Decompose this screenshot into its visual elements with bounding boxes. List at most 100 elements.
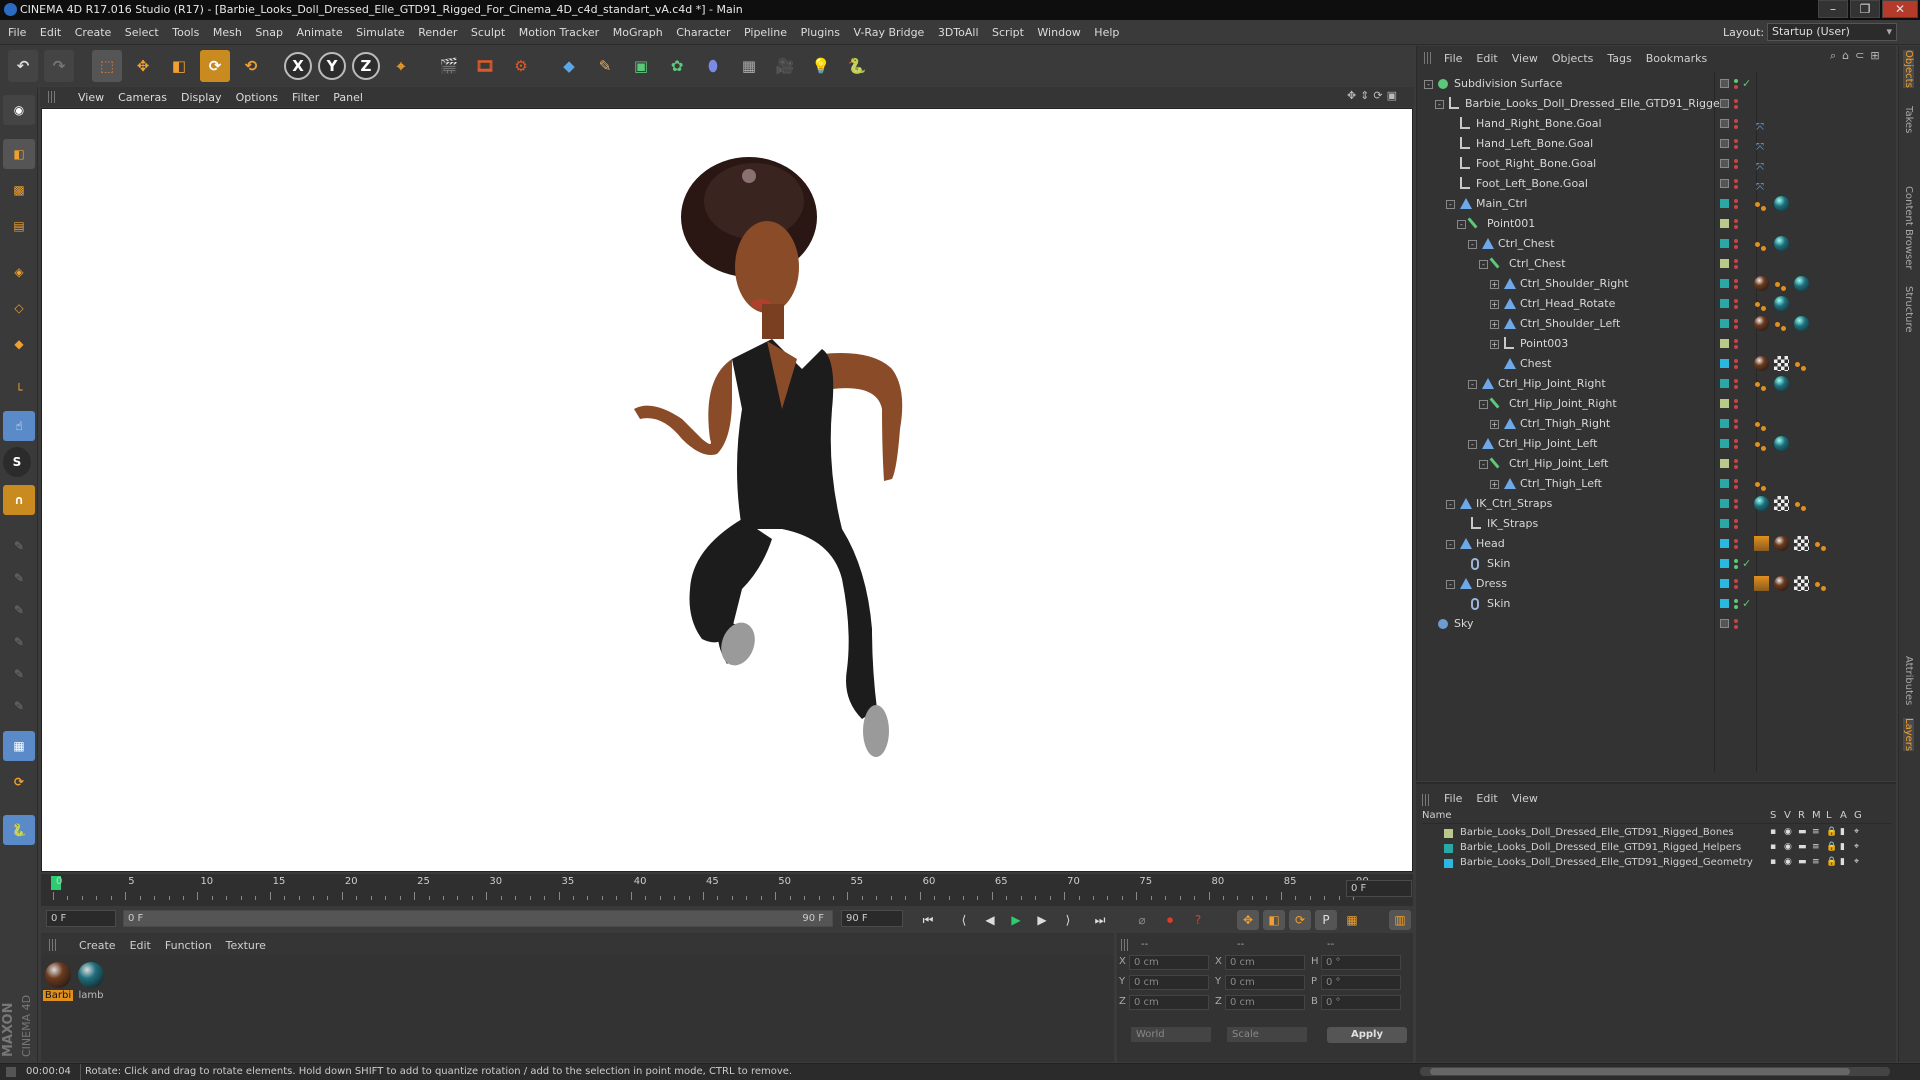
render-icon[interactable]: ▬	[1798, 827, 1807, 837]
subdivision-button[interactable]: ▣	[626, 50, 656, 82]
object-menu-tags[interactable]: Tags	[1607, 52, 1631, 65]
restore-button[interactable]: ❐	[1850, 0, 1880, 18]
3d-viewport[interactable]	[41, 108, 1413, 872]
goto-end-button[interactable]: ⏭	[1089, 910, 1111, 930]
tag-dots-icon[interactable]	[1754, 416, 1769, 431]
menu-file[interactable]: File	[8, 26, 26, 39]
visibility-dots[interactable]	[1734, 317, 1738, 331]
enabled-check-icon[interactable]: ✓	[1742, 74, 1751, 94]
material-swatch[interactable]: lamb	[76, 960, 106, 1004]
enabled-check-icon[interactable]: ✓	[1742, 554, 1751, 574]
layer-color-chip[interactable]	[1720, 139, 1729, 148]
object-row[interactable]: Foot_Right_Bone.Goal ⤧	[1416, 154, 1896, 174]
viewport-menu-display[interactable]: Display	[181, 91, 222, 104]
visibility-dots[interactable]	[1734, 277, 1738, 291]
object-row[interactable]: - Ctrl_Hip_Joint_Left	[1416, 454, 1896, 474]
mograph-cloner-button[interactable]: ✿	[662, 50, 692, 82]
coord-field-y-size[interactable]: 0 cm	[1225, 975, 1305, 990]
tag-dark-icon[interactable]	[1774, 576, 1789, 591]
object-row[interactable]: - Main_Ctrl	[1416, 194, 1896, 214]
key-position-button[interactable]: ✥	[1237, 910, 1259, 930]
visibility-dots[interactable]	[1734, 137, 1738, 151]
menu-simulate[interactable]: Simulate	[356, 26, 405, 39]
animation-icon[interactable]: ▮	[1840, 857, 1845, 867]
key-param-button[interactable]: P	[1315, 910, 1337, 930]
undo-button[interactable]: ↶	[8, 50, 38, 82]
brush-tool-6[interactable]: ✎	[3, 691, 35, 721]
expand-toggle[interactable]: +	[1490, 480, 1499, 489]
layer-color-chip[interactable]	[1720, 479, 1729, 488]
side-tab-structure[interactable]: Structure	[1903, 286, 1914, 333]
tag-teal-icon[interactable]	[1794, 276, 1809, 291]
coord-field-x-size[interactable]: 0 cm	[1225, 955, 1305, 970]
tag-dots-icon[interactable]	[1814, 536, 1829, 551]
visibility-dots[interactable]	[1734, 577, 1738, 591]
lock-workplane-button[interactable]: ▦	[3, 731, 35, 761]
menu-edit[interactable]: Edit	[40, 26, 61, 39]
scale-tool-button[interactable]: ◧	[164, 50, 194, 82]
expand-toggle[interactable]: +	[1490, 320, 1499, 329]
live-selection-button[interactable]: ⬚	[92, 50, 122, 82]
visibility-dots[interactable]	[1734, 157, 1738, 171]
layer-menu-view[interactable]: View	[1512, 792, 1538, 805]
layer-color-chip[interactable]	[1720, 339, 1729, 348]
lock-icon[interactable]: 🔒	[1826, 857, 1837, 867]
visibility-dots[interactable]	[1734, 597, 1738, 611]
layer-color-swatch[interactable]	[1444, 859, 1453, 868]
object-row[interactable]: + Ctrl_Shoulder_Left	[1416, 314, 1896, 334]
object-menu-bookmarks[interactable]: Bookmarks	[1646, 52, 1707, 65]
end-frame-field[interactable]: 90 F	[841, 910, 903, 927]
material-menu-function[interactable]: Function	[165, 939, 212, 952]
menu-3dtoall[interactable]: 3DToAll	[938, 26, 979, 39]
view-eye-icon[interactable]: ◉	[1784, 827, 1792, 837]
side-tab-objects[interactable]: Objects	[1903, 50, 1914, 88]
magnet-button[interactable]: ∩	[3, 485, 35, 515]
layer-color-chip[interactable]	[1720, 619, 1729, 628]
coordinate-system-button[interactable]: ⌖	[386, 50, 416, 82]
expand-toggle[interactable]: +	[1490, 340, 1499, 349]
menu-window[interactable]: Window	[1037, 26, 1080, 39]
material-swatch[interactable]: Barbi	[43, 960, 73, 1004]
view-eye-icon[interactable]: ◉	[1784, 842, 1792, 852]
layer-color-chip[interactable]	[1720, 539, 1729, 548]
object-row[interactable]: - Ctrl_Hip_Joint_Right	[1416, 394, 1896, 414]
visibility-dots[interactable]	[1734, 237, 1738, 251]
object-row[interactable]: + Ctrl_Shoulder_Right	[1416, 274, 1896, 294]
menu-motion-tracker[interactable]: Motion Tracker	[519, 26, 599, 39]
visibility-dots[interactable]	[1734, 97, 1738, 111]
render-picture-viewer-button[interactable]: 🎞	[470, 50, 500, 82]
layer-color-chip[interactable]	[1720, 259, 1729, 268]
visibility-dots[interactable]	[1734, 197, 1738, 211]
menu-mograph[interactable]: MoGraph	[613, 26, 663, 39]
material-menu-texture[interactable]: Texture	[226, 939, 266, 952]
visibility-dots[interactable]	[1734, 417, 1738, 431]
coord-field-z-size[interactable]: 0 cm	[1225, 995, 1305, 1010]
recent-tool-button[interactable]: ⟲	[236, 50, 266, 82]
object-row[interactable]: - Subdivision Surface ✓	[1416, 74, 1896, 94]
texture-mode-button[interactable]: ▩	[3, 175, 35, 205]
key-scale-button[interactable]: ◧	[1263, 910, 1285, 930]
visibility-dots[interactable]	[1734, 517, 1738, 531]
points-mode-button[interactable]: ◈	[3, 257, 35, 287]
expand-toggle[interactable]: -	[1446, 200, 1455, 209]
object-row[interactable]: IK_Straps	[1416, 514, 1896, 534]
viewport-nav-icons[interactable]: ✥⇕⟳▣	[1347, 89, 1401, 102]
menu-create[interactable]: Create	[75, 26, 112, 39]
pen-spline-button[interactable]: ✎	[590, 50, 620, 82]
layer-color-chip[interactable]	[1720, 119, 1729, 128]
y-axis-button[interactable]: Y	[318, 52, 346, 80]
tweak-mode-button[interactable]: ☝	[3, 411, 35, 441]
scrollbar-thumb[interactable]	[1430, 1068, 1850, 1075]
expand-toggle[interactable]: -	[1457, 220, 1466, 229]
layer-row[interactable]: Barbie_Looks_Doll_Dressed_Elle_GTD91_Rig…	[1422, 827, 1892, 841]
layer-color-chip[interactable]	[1720, 319, 1729, 328]
tag-dots-icon[interactable]	[1754, 196, 1769, 211]
visibility-dots[interactable]	[1734, 77, 1738, 91]
layer-color-chip[interactable]	[1720, 459, 1729, 468]
generators-icon[interactable]: ⌖	[1854, 842, 1859, 852]
object-row[interactable]: - Head	[1416, 534, 1896, 554]
viewport-menu-options[interactable]: Options	[236, 91, 278, 104]
object-row[interactable]: Chest	[1416, 354, 1896, 374]
render-icon[interactable]: ▬	[1798, 857, 1807, 867]
manager-icon[interactable]: ≡	[1812, 857, 1820, 867]
